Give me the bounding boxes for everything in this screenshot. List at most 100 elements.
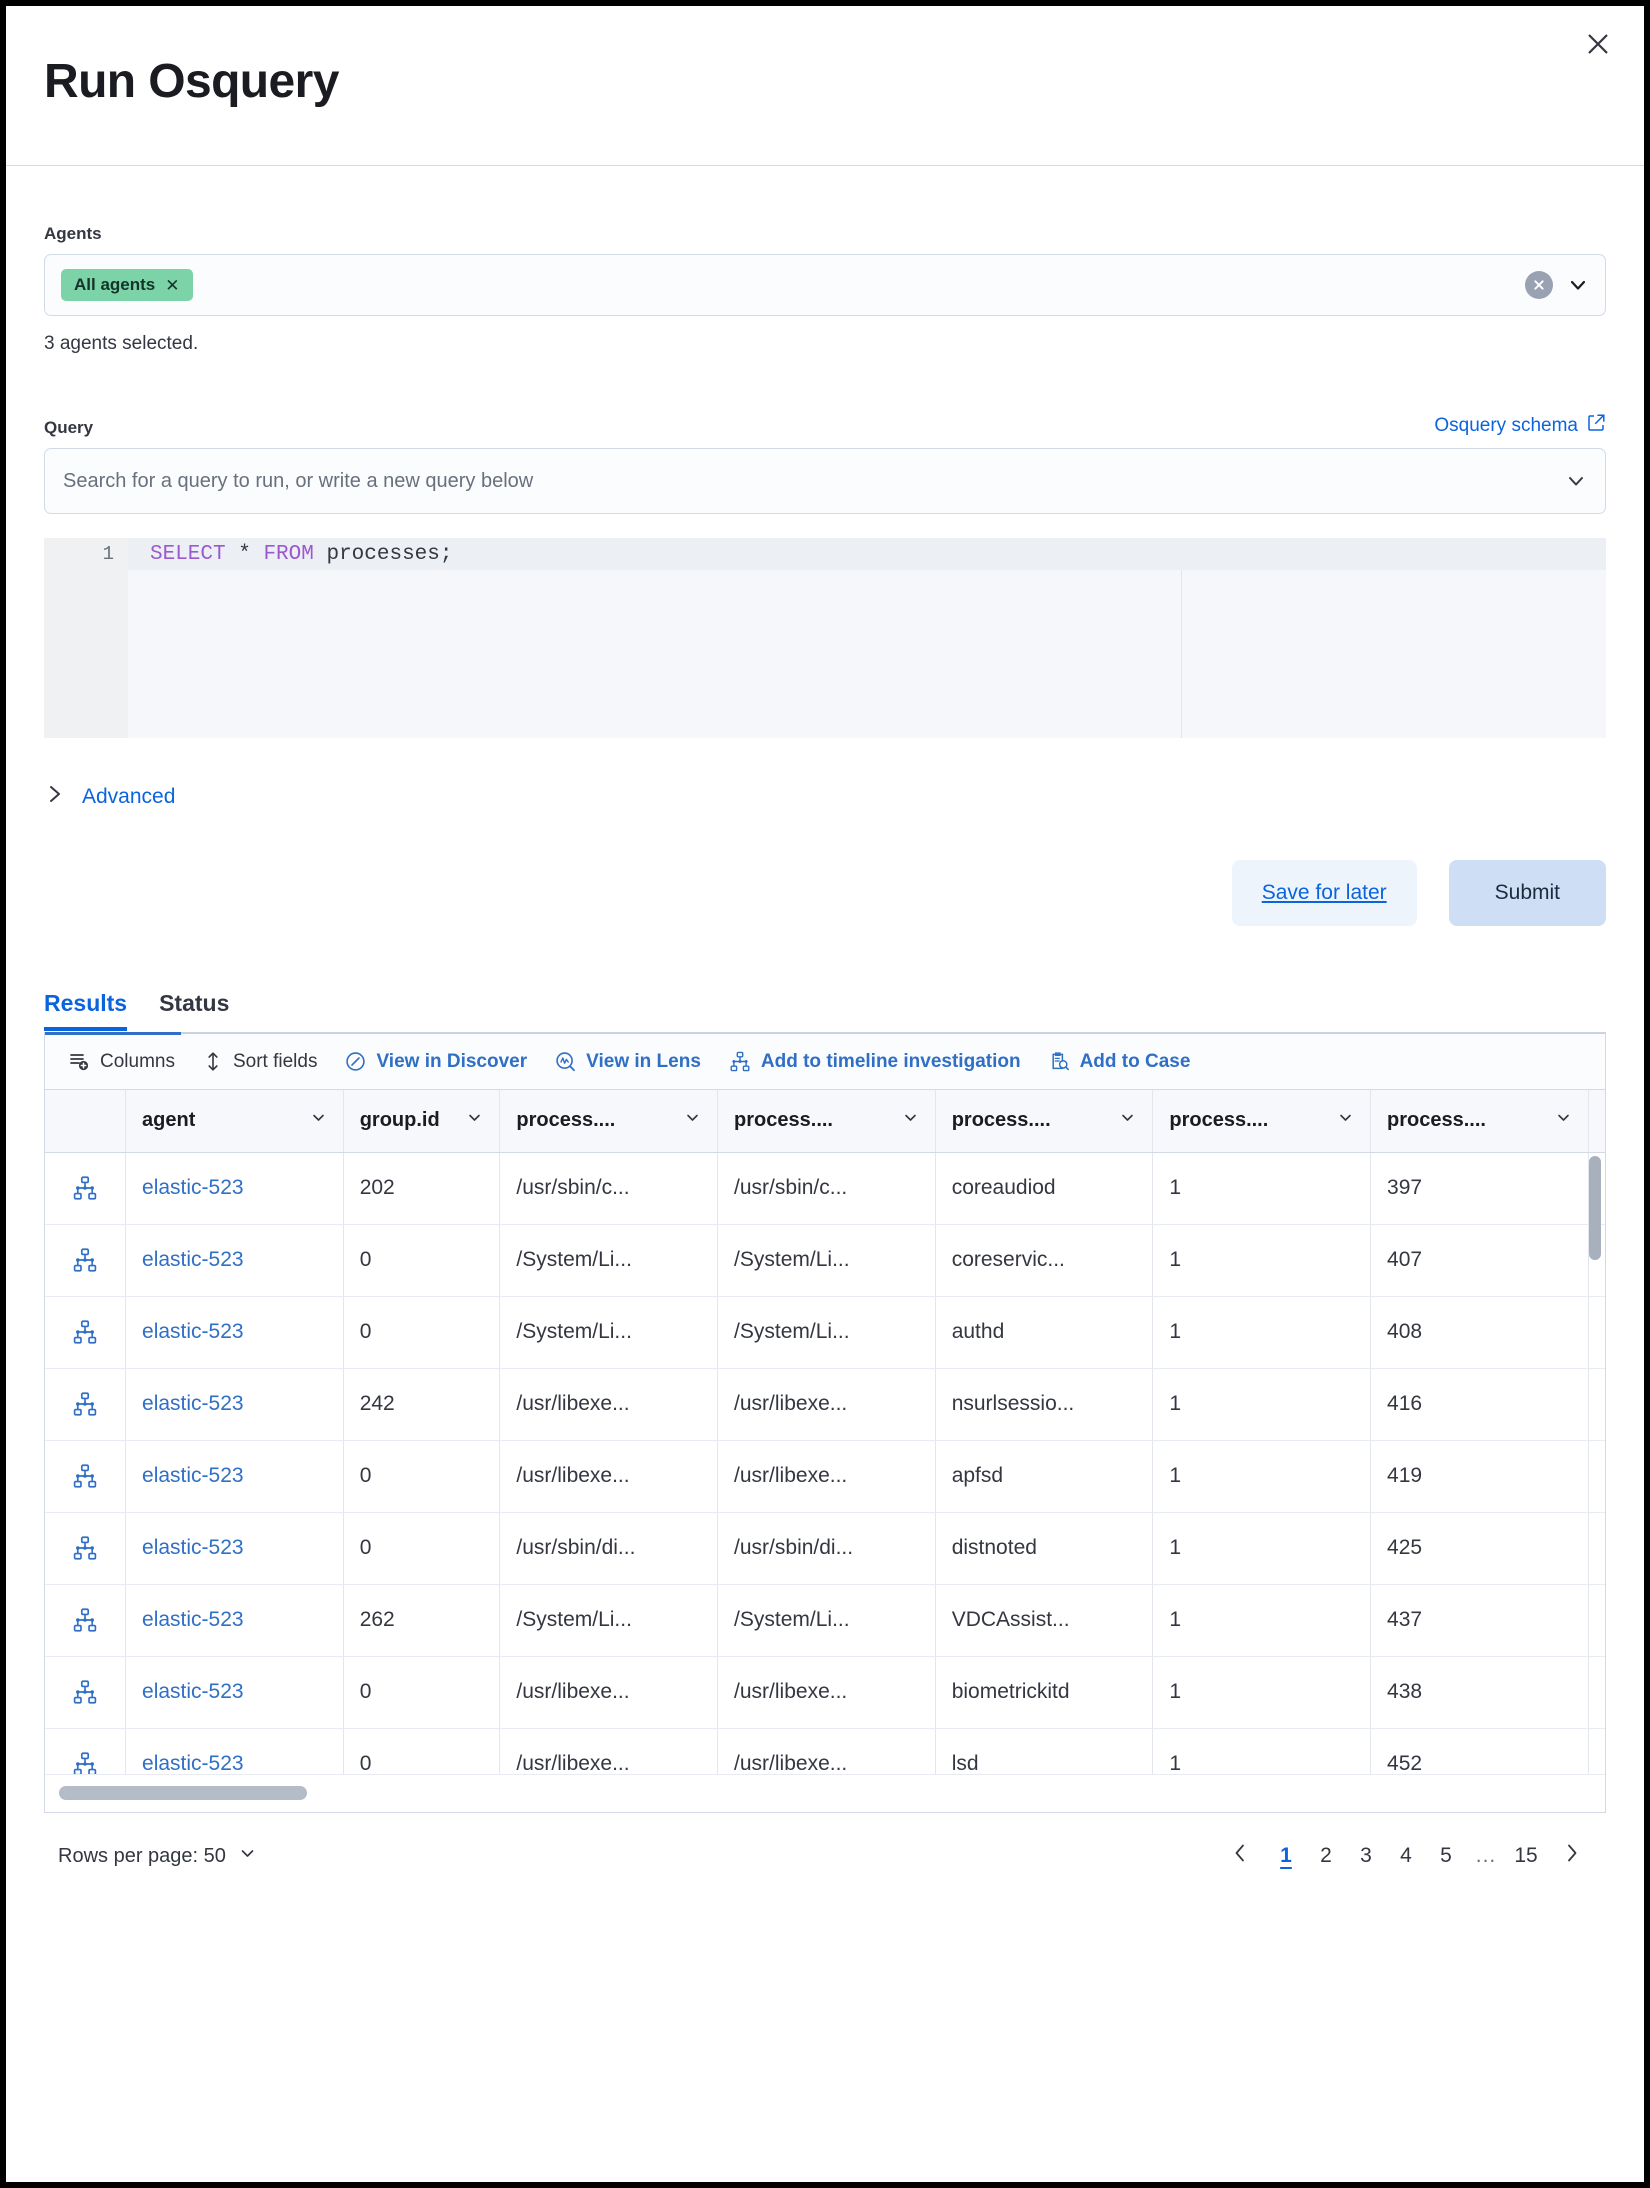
analyze-event-icon[interactable] (45, 1584, 126, 1656)
column-header-process-2[interactable]: process.... (718, 1090, 936, 1152)
cell-agent-value[interactable]: elastic-523 (142, 1320, 244, 1343)
chevron-left-icon (1230, 1842, 1250, 1870)
grid-horizontal-scrollbar[interactable] (59, 1786, 307, 1800)
cell-agent-value[interactable]: elastic-523 (142, 1608, 244, 1631)
analyze-event-icon[interactable] (45, 1224, 126, 1296)
cell-process-2: /usr/libexe... (718, 1368, 936, 1440)
cell-agent[interactable]: elastic-523 (126, 1224, 344, 1296)
cell-agent[interactable]: elastic-523 (126, 1512, 344, 1584)
pagination-page-3[interactable]: 3 (1346, 1836, 1386, 1876)
analyze-event-icon[interactable] (45, 1440, 126, 1512)
save-for-later-button[interactable]: Save for later (1232, 860, 1417, 926)
chevron-down-icon[interactable] (1119, 1109, 1136, 1132)
column-header-process-1[interactable]: process.... (500, 1090, 718, 1152)
column-header-process-4[interactable]: process.... (1153, 1090, 1371, 1152)
cell-agent[interactable]: elastic-523 (126, 1152, 344, 1224)
cell-agent-value[interactable]: elastic-523 (142, 1464, 244, 1487)
advanced-toggle[interactable]: Advanced (44, 782, 1606, 812)
cell-agent[interactable]: elastic-523 (126, 1728, 344, 1774)
sort-fields-button[interactable]: Sort fields (189, 1042, 331, 1082)
pagination-page-15[interactable]: 15 (1506, 1836, 1546, 1876)
chevron-down-icon[interactable] (1555, 1109, 1572, 1132)
column-header-process-6[interactable] (1588, 1090, 1605, 1152)
editor-code-line: SELECT * FROM processes; (128, 538, 1606, 570)
analyze-event-icon[interactable] (45, 1656, 126, 1728)
results-tabs: Results Status (44, 990, 1606, 1032)
column-header-process-3[interactable]: process.... (935, 1090, 1153, 1152)
view-in-lens-button[interactable]: View in Lens (541, 1042, 715, 1082)
view-in-discover-button[interactable]: View in Discover (331, 1042, 541, 1082)
pagination-page-5[interactable]: 5 (1426, 1836, 1466, 1876)
cell-process-2: /usr/libexe... (718, 1440, 936, 1512)
osquery-schema-link[interactable]: Osquery schema (1434, 413, 1606, 438)
cell-agent[interactable]: elastic-523 (126, 1584, 344, 1656)
discover-compass-icon (345, 1051, 366, 1072)
cell-group-id-value: 0 (360, 1320, 372, 1343)
column-header-process-5-label: process.... (1387, 1109, 1486, 1132)
cell-process-4: 1 (1153, 1440, 1371, 1512)
analyze-event-icon[interactable] (45, 1368, 126, 1440)
submit-button[interactable]: Submit (1449, 860, 1606, 926)
agents-combobox[interactable]: All agents ✕ (44, 254, 1606, 316)
cell-agent-value[interactable]: elastic-523 (142, 1176, 244, 1199)
pagination-page-4[interactable]: 4 (1386, 1836, 1426, 1876)
grid-vertical-scrollbar[interactable] (1589, 1156, 1601, 1260)
sql-editor[interactable]: 1 SELECT * FROM processes; (44, 538, 1606, 738)
cell-process-1: /usr/sbin/c... (500, 1152, 718, 1224)
analyze-event-icon[interactable] (45, 1512, 126, 1584)
chevron-down-icon[interactable] (684, 1109, 701, 1132)
pagination-page-2[interactable]: 2 (1306, 1836, 1346, 1876)
pagination-next-button[interactable] (1552, 1836, 1592, 1876)
add-to-case-button[interactable]: Add to Case (1035, 1042, 1205, 1082)
form-actions: Save for later Submit (44, 860, 1606, 926)
column-header-process-2-label: process.... (734, 1109, 833, 1132)
cell-agent-value[interactable]: elastic-523 (142, 1752, 244, 1774)
columns-button[interactable]: Columns (55, 1042, 189, 1082)
chevron-down-icon[interactable] (310, 1109, 327, 1132)
analyze-event-icon[interactable] (45, 1728, 126, 1774)
tab-results[interactable]: Results (44, 990, 127, 1031)
case-clipboard-icon (1049, 1051, 1070, 1072)
pagination-page-1[interactable]: 1 (1266, 1836, 1306, 1876)
rows-per-page-select[interactable]: Rows per page: 50 (58, 1844, 257, 1869)
columns-icon (69, 1051, 90, 1072)
cell-process-3-value: coreservic... (952, 1248, 1065, 1271)
query-search-select[interactable]: Search for a query to run, or write a ne… (44, 448, 1606, 514)
cell-agent[interactable]: elastic-523 (126, 1440, 344, 1512)
cross-icon[interactable]: ✕ (165, 277, 179, 294)
cell-process-1-value: /usr/sbin/di... (516, 1536, 635, 1559)
cell-agent-value[interactable]: elastic-523 (142, 1680, 244, 1703)
chevron-down-icon[interactable] (1337, 1109, 1354, 1132)
column-header-process-5[interactable]: process.... (1371, 1090, 1589, 1152)
column-header-process-4-label: process.... (1169, 1109, 1268, 1132)
cell-agent-value[interactable]: elastic-523 (142, 1536, 244, 1559)
cell-process-5-value: 438 (1387, 1680, 1422, 1703)
tab-status[interactable]: Status (159, 990, 229, 1031)
agents-selected-pill[interactable]: All agents ✕ (61, 269, 193, 301)
chevron-down-icon[interactable] (466, 1109, 483, 1132)
add-to-timeline-button[interactable]: Add to timeline investigation (715, 1042, 1035, 1082)
cell-process-3-value: VDCAssist... (952, 1608, 1070, 1631)
close-button[interactable] (1574, 20, 1622, 68)
column-header-agent[interactable]: agent (126, 1090, 344, 1152)
cell-agent[interactable]: elastic-523 (126, 1656, 344, 1728)
cell-process-3-value: distnoted (952, 1536, 1037, 1559)
cell-process-2-value: /usr/libexe... (734, 1752, 847, 1774)
external-link-icon (1587, 413, 1606, 438)
chevron-down-icon[interactable] (902, 1109, 919, 1132)
cell-process-2-value: /System/Li... (734, 1608, 850, 1631)
cell-agent[interactable]: elastic-523 (126, 1296, 344, 1368)
cell-process-5-value: 408 (1387, 1320, 1422, 1343)
chevron-down-icon[interactable] (1565, 449, 1587, 513)
cell-process-6: 4 (1588, 1296, 1605, 1368)
chevron-down-icon[interactable] (1567, 274, 1589, 296)
analyze-event-icon[interactable] (45, 1296, 126, 1368)
clear-circle-icon[interactable] (1525, 271, 1553, 299)
column-header-group-id[interactable]: group.id (343, 1090, 500, 1152)
analyze-event-icon[interactable] (45, 1152, 126, 1224)
cell-agent-value[interactable]: elastic-523 (142, 1392, 244, 1415)
cell-process-3-value: apfsd (952, 1464, 1003, 1487)
cell-agent[interactable]: elastic-523 (126, 1368, 344, 1440)
pagination-prev-button[interactable] (1220, 1836, 1260, 1876)
cell-agent-value[interactable]: elastic-523 (142, 1248, 244, 1271)
